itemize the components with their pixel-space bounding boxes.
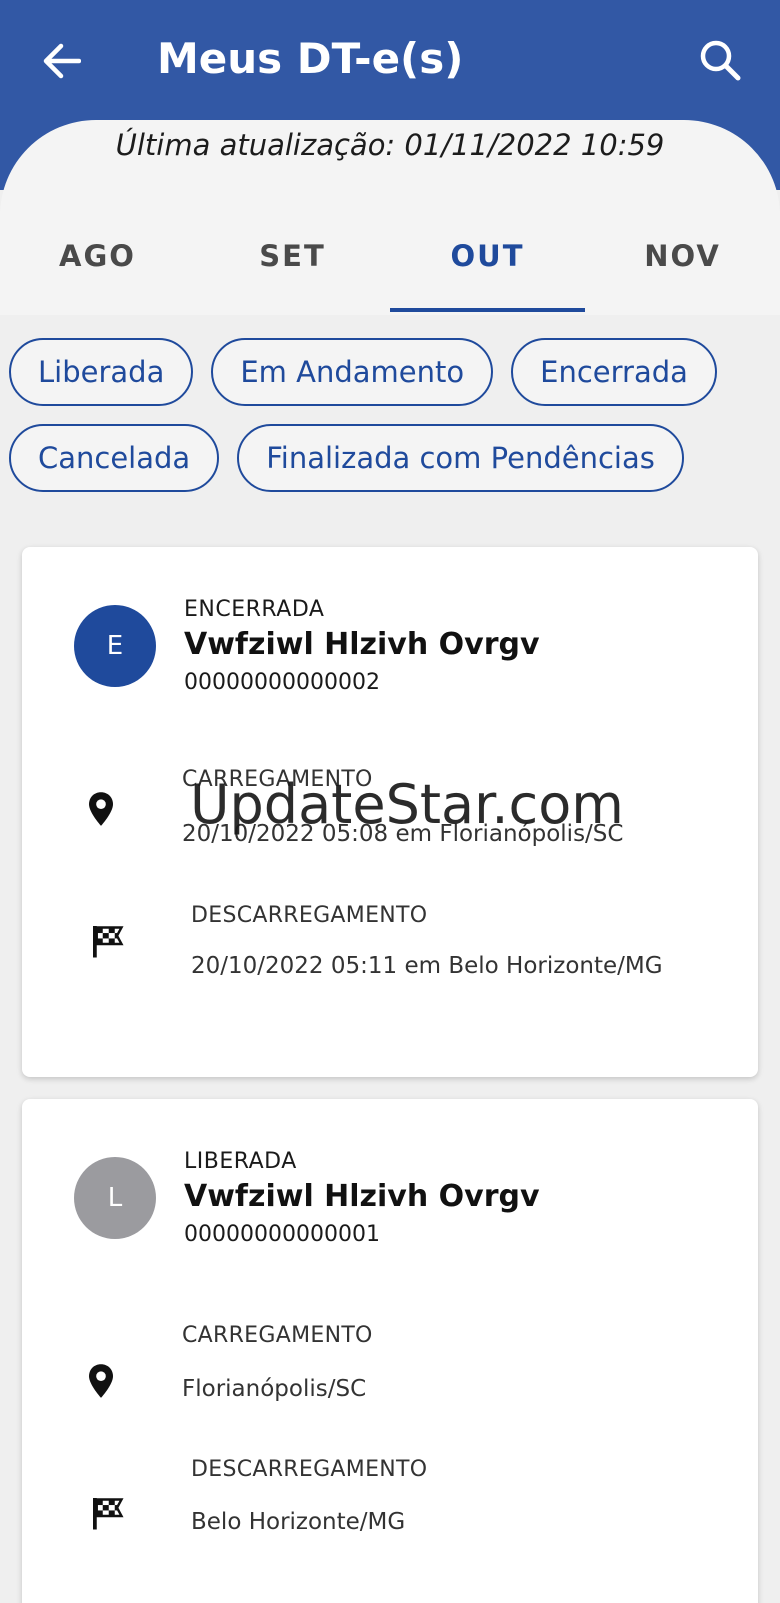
filter-chip-encerrada[interactable]: Encerrada	[511, 338, 717, 406]
status-label: LIBERADA	[184, 1149, 297, 1174]
page-title: Meus DT-e(s)	[157, 34, 464, 83]
unloading-value: 20/10/2022 05:11 em Belo Horizonte/MG	[191, 953, 663, 979]
status-filters: Liberada Em Andamento Encerrada Cancelad…	[9, 338, 769, 510]
tab-nov[interactable]: NOV	[585, 200, 780, 312]
last-update-text: Última atualização: 01/11/2022 10:59	[115, 128, 665, 162]
loading-label: CARREGAMENTO	[182, 1323, 373, 1348]
filter-chip-cancelada[interactable]: Cancelada	[9, 424, 220, 492]
dte-card[interactable]: L LIBERADA Vwfziwl Hlzivh Ovrgv 00000000…	[22, 1099, 758, 1603]
filter-chip-liberada[interactable]: Liberada	[9, 338, 194, 406]
unloading-label: DESCARREGAMENTO	[191, 903, 428, 928]
search-icon	[700, 40, 741, 81]
status-label: ENCERRADA	[184, 597, 325, 622]
arrow-left-icon	[43, 43, 81, 79]
watermark: UpdateStar.com	[190, 773, 624, 836]
tab-set[interactable]: SET	[195, 200, 390, 312]
tab-ago[interactable]: AGO	[0, 200, 195, 312]
document-code: 00000000000001	[184, 1222, 380, 1247]
filter-chip-finalizada-com-pendencias[interactable]: Finalizada com Pendências	[237, 424, 684, 492]
location-pin-icon	[89, 1364, 113, 1398]
loading-value: Florianópolis/SC	[182, 1376, 367, 1402]
search-button[interactable]	[694, 34, 746, 86]
checkered-flag-icon	[93, 1498, 124, 1530]
unloading-label: DESCARREGAMENTO	[191, 1457, 428, 1482]
tab-out[interactable]: OUT	[390, 200, 585, 312]
back-button[interactable]	[38, 38, 84, 84]
location-pin-icon	[89, 792, 113, 826]
month-tabs: AGO SET OUT NOV	[0, 200, 780, 312]
filter-chip-em-andamento[interactable]: Em Andamento	[211, 338, 494, 406]
driver-name: Vwfziwl Hlzivh Ovrgv	[184, 1179, 540, 1214]
document-code: 00000000000002	[184, 670, 380, 695]
avatar: L	[74, 1157, 156, 1239]
avatar: E	[74, 605, 156, 687]
unloading-value: Belo Horizonte/MG	[191, 1509, 406, 1535]
checkered-flag-icon	[93, 926, 124, 958]
driver-name: Vwfziwl Hlzivh Ovrgv	[184, 627, 540, 662]
